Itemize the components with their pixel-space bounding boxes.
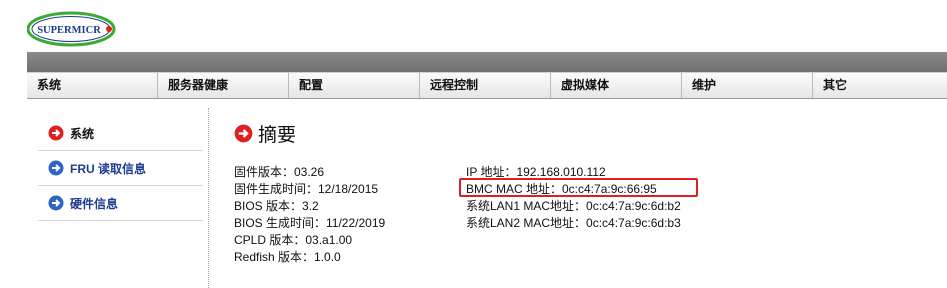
lan1-mac-address: 系统LAN1 MAC地址：0c:c4:7a:9c:6d:b2 (466, 199, 681, 213)
redfish-version: Redfish 版本：1.0.0 (234, 250, 341, 264)
bmc-mac-highlight-box (459, 178, 698, 197)
cpld-version: CPLD 版本：03.a1.00 (234, 233, 353, 247)
firmware-info: 固件版本：03.26 固件生成时间：12/18/2015 BIOS 版本：3.2… (234, 164, 385, 266)
firmware-build-time: 固件生成时间：12/18/2015 (234, 182, 379, 196)
svg-text:SUPERMICR: SUPERMICR (37, 25, 101, 36)
sidebar-item-label: 系统 (70, 126, 95, 141)
menu-miscellaneous[interactable]: 其它 (813, 73, 947, 98)
sidebar-divider (208, 108, 209, 288)
menu-maintenance[interactable]: 维护 (682, 73, 813, 98)
supermicro-logo: SUPERMICR (26, 11, 117, 47)
network-info: IP 地址：192.168.010.112 BMC MAC 地址：0c:c4:7… (466, 164, 681, 232)
red-arrow-circle-icon (48, 125, 64, 141)
menu-remote-control[interactable]: 远程控制 (420, 73, 551, 98)
firmware-version: 固件版本：03.26 (234, 165, 325, 179)
sidebar-item-label: FRU 读取信息 (70, 161, 146, 176)
menu-server-health[interactable]: 服务器健康 (158, 73, 289, 98)
sidebar-item-fru[interactable]: FRU 读取信息 (38, 151, 203, 186)
red-arrow-circle-icon (234, 124, 253, 143)
menu-configuration[interactable]: 配置 (289, 73, 420, 98)
sidebar-item-hardware[interactable]: 硬件信息 (38, 186, 203, 221)
sidebar-item-system[interactable]: 系统 (38, 116, 203, 151)
header-band (27, 52, 947, 72)
blue-arrow-circle-icon (48, 160, 64, 176)
bios-build-time: BIOS 生成时间：11/22/2019 (234, 216, 386, 230)
page-title: 摘要 (234, 120, 296, 147)
bios-version: BIOS 版本：3.2 (234, 199, 319, 213)
blue-arrow-circle-icon (48, 195, 64, 211)
lan2-mac-address: 系统LAN2 MAC地址：0c:c4:7a:9c:6d:b3 (466, 216, 681, 230)
page-title-text: 摘要 (258, 125, 297, 146)
sidebar-item-label: 硬件信息 (70, 196, 119, 211)
menu-virtual-media[interactable]: 虚拟媒体 (551, 73, 682, 98)
top-menu-bar: 系统 服务器健康 配置 远程控制 虚拟媒体 维护 其它 (27, 72, 947, 99)
sidebar: 系统 FRU 读取信息 硬件信息 (38, 116, 203, 221)
menu-system[interactable]: 系统 (27, 73, 158, 98)
